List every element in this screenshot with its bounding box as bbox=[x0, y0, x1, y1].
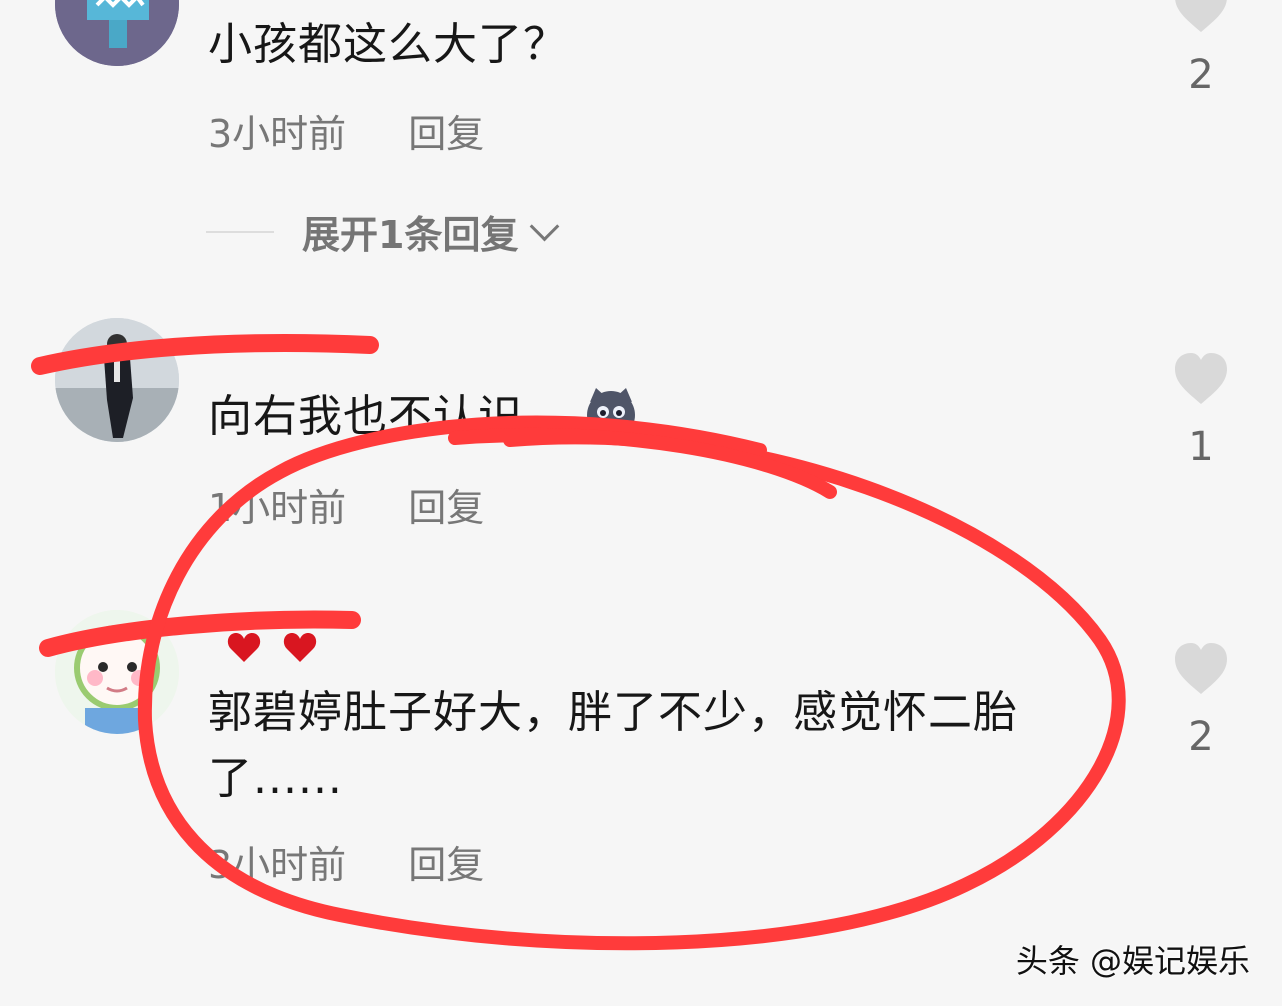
reply-button[interactable]: 回复 bbox=[408, 103, 484, 158]
comment-text: 郭碧婷肚子好大，胖了不少，感觉怀二胎了...... bbox=[208, 687, 1018, 804]
avatar[interactable] bbox=[55, 610, 179, 734]
expand-divider bbox=[206, 230, 274, 233]
comment-time: 3小时前 bbox=[208, 112, 347, 156]
like-count: 2 bbox=[1188, 714, 1214, 760]
comment-list-screen: 小孩都这么大了？ 3小时前 回复 展开1条回复 2 向右我也不认识 1小时前 回… bbox=[0, 0, 1282, 1006]
cartoon-avatar-icon bbox=[55, 610, 179, 734]
comment-time: 1小时前 bbox=[208, 486, 347, 530]
cat-emoji-icon bbox=[587, 388, 635, 439]
expand-replies-label: 展开1条回复 bbox=[302, 213, 519, 257]
like-button[interactable]: 2 bbox=[1168, 640, 1234, 757]
comment-text: 小孩都这么大了？ bbox=[208, 19, 568, 70]
heart-outline-icon bbox=[1175, 353, 1227, 404]
expand-replies-button[interactable]: 展开1条回复 bbox=[206, 204, 560, 259]
like-button[interactable]: 1 bbox=[1168, 350, 1234, 467]
reply-button[interactable]: 回复 bbox=[408, 834, 484, 889]
comment-text: 向右我也不认识 bbox=[208, 391, 523, 442]
comment-meta: 1小时前 回复 bbox=[208, 477, 484, 532]
watermark: 头条 @娱记娱乐 bbox=[1015, 942, 1250, 980]
red-annotation-overlay bbox=[31, 333, 1126, 951]
cartoon-avatar-icon bbox=[55, 0, 179, 66]
comment-meta: 3小时前 回复 bbox=[208, 103, 484, 158]
like-button[interactable]: 2 bbox=[1168, 0, 1234, 95]
like-count: 1 bbox=[1188, 424, 1214, 470]
avatar[interactable] bbox=[55, 0, 179, 66]
heart-outline-icon bbox=[1175, 643, 1227, 694]
comment-meta: 3小时前 回复 bbox=[208, 834, 484, 889]
reply-button[interactable]: 回复 bbox=[408, 477, 484, 532]
heart-outline-icon bbox=[1175, 0, 1227, 32]
avatar[interactable] bbox=[55, 318, 179, 442]
like-count: 2 bbox=[1188, 52, 1214, 98]
chevron-down-icon bbox=[530, 211, 560, 242]
comment-time: 3小时前 bbox=[208, 843, 347, 887]
heart-emoji-icon bbox=[227, 633, 317, 662]
photo-avatar-icon bbox=[55, 318, 179, 442]
